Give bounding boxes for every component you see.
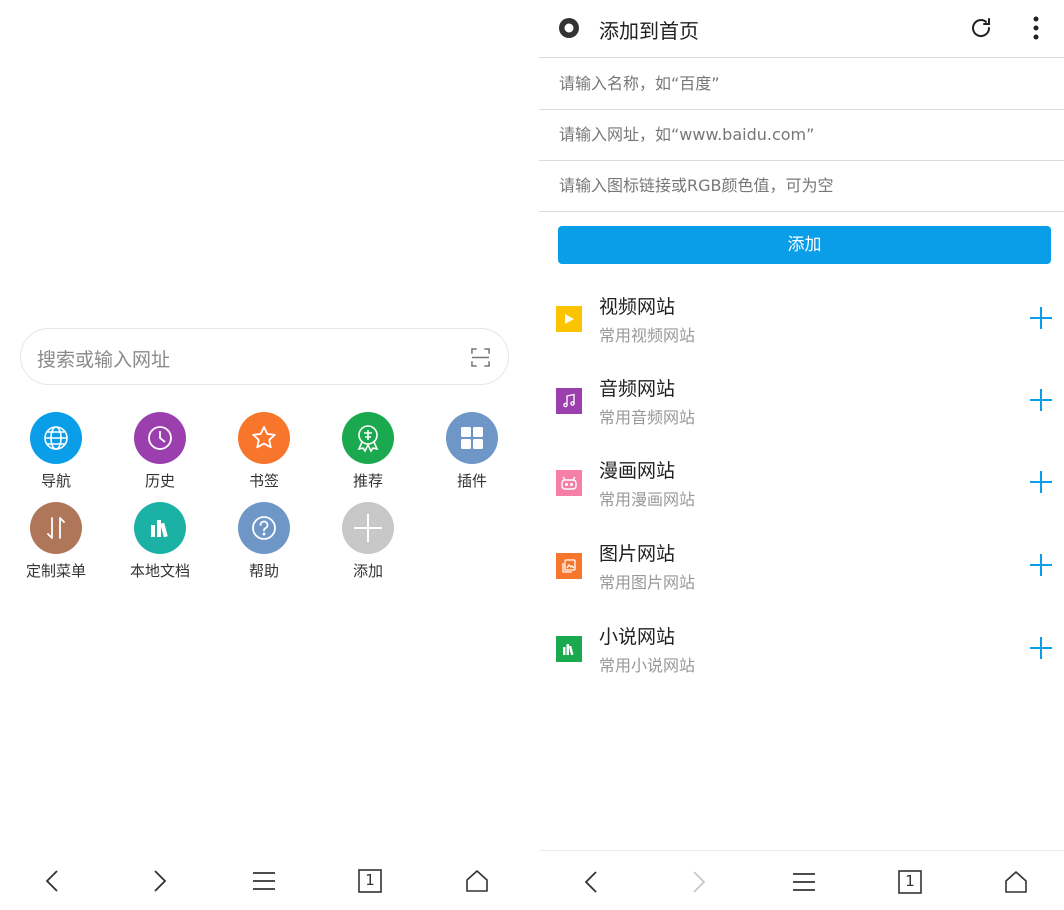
shortcut-help[interactable]: 帮助 [212, 502, 316, 588]
more-vert-icon[interactable] [1033, 15, 1039, 41]
category-subtitle: 常用图片网站 [599, 573, 696, 592]
globe-icon [30, 412, 82, 464]
category-title: 音频网站 [599, 378, 676, 400]
recommend-badge-icon [342, 412, 394, 464]
question-icon [238, 502, 290, 554]
tabs-button[interactable]: 1 [897, 869, 923, 895]
search-placeholder: 搜索或输入网址 [37, 349, 171, 371]
search-bar[interactable]: 搜索或输入网址 [20, 328, 509, 385]
comic-face-icon [556, 470, 582, 496]
url-input[interactable] [539, 109, 1064, 160]
tabs-count: 1 [365, 871, 375, 889]
star-icon [238, 412, 290, 464]
tabs-count: 1 [905, 872, 915, 890]
video-play-icon [556, 306, 582, 332]
add-plus-icon[interactable] [1029, 470, 1053, 494]
forward-icon[interactable] [146, 868, 172, 894]
books-icon [556, 636, 582, 662]
home-icon[interactable] [464, 868, 490, 894]
shortcut-navigation[interactable]: 导航 [4, 412, 108, 498]
name-input[interactable] [539, 58, 1064, 109]
shortcut-add[interactable]: 添加 [316, 502, 420, 588]
category-title: 视频网站 [599, 296, 676, 318]
back-icon[interactable] [579, 869, 605, 895]
shortcut-label: 导航 [40, 472, 71, 490]
image-icon [556, 553, 582, 579]
category-image[interactable]: 图片网站 常用图片网站 [539, 534, 1064, 600]
category-audio[interactable]: 音频网站 常用音频网站 [539, 369, 1064, 435]
category-subtitle: 常用视频网站 [599, 326, 696, 345]
add-to-home-screen: 添加到首页 添加 视频网站 常用视频网站 音频网站 常用音频网站 [539, 0, 1064, 910]
home-screen: 搜索或输入网址 导航 历史 书签 推荐 插件 定制菜单 本地文档 帮助 添加 1 [0, 0, 532, 910]
forward-icon [693, 871, 706, 893]
shortcut-bookmarks[interactable]: 书签 [212, 412, 316, 498]
grid-icon [446, 412, 498, 464]
music-note-icon [556, 388, 582, 414]
url-field[interactable] [539, 109, 1064, 161]
shortcut-plugins[interactable]: 插件 [420, 412, 524, 498]
category-subtitle: 常用音频网站 [599, 408, 696, 427]
category-novel[interactable]: 小说网站 常用小说网站 [539, 617, 1064, 683]
top-bar: 添加到首页 [539, 0, 1064, 58]
tabs-button[interactable]: 1 [357, 868, 383, 894]
shortcut-label: 书签 [248, 472, 279, 490]
icon-field[interactable] [539, 160, 1064, 212]
add-plus-icon[interactable] [1029, 553, 1053, 577]
category-title: 图片网站 [599, 543, 676, 565]
category-comic[interactable]: 漫画网站 常用漫画网站 [539, 451, 1064, 517]
name-field[interactable] [539, 58, 1064, 110]
bottom-toolbar: 1 [539, 850, 1064, 910]
swap-arrows-icon [30, 502, 82, 554]
shortcut-recommend[interactable]: 推荐 [316, 412, 420, 498]
shortcut-label: 定制菜单 [25, 562, 86, 580]
category-title: 漫画网站 [599, 460, 676, 482]
add-plus-icon[interactable] [1029, 306, 1053, 330]
refresh-icon[interactable] [969, 16, 993, 40]
home-icon[interactable] [1003, 869, 1029, 895]
category-subtitle: 常用小说网站 [599, 656, 696, 675]
add-plus-icon[interactable] [1029, 388, 1053, 412]
category-subtitle: 常用漫画网站 [599, 490, 696, 509]
scan-icon[interactable] [471, 348, 490, 367]
shortcut-label: 帮助 [248, 562, 279, 580]
books-icon [134, 502, 186, 554]
shortcut-label: 推荐 [352, 472, 383, 490]
category-title: 小说网站 [599, 626, 676, 648]
shortcut-history[interactable]: 历史 [108, 412, 212, 498]
shortcut-label: 历史 [144, 472, 175, 490]
bottom-toolbar: 1 [0, 850, 532, 910]
shortcut-local-docs[interactable]: 本地文档 [108, 502, 212, 588]
shortcut-custom-menu[interactable]: 定制菜单 [4, 502, 108, 588]
page-title: 添加到首页 [599, 19, 699, 43]
add-button[interactable]: 添加 [558, 226, 1051, 264]
menu-icon[interactable] [251, 868, 277, 894]
plus-icon [342, 502, 394, 554]
clock-icon [134, 412, 186, 464]
icon-input[interactable] [539, 160, 1064, 211]
shortcut-label: 插件 [456, 472, 487, 490]
shortcut-label: 添加 [352, 562, 383, 580]
shortcut-label: 本地文档 [129, 562, 190, 580]
browser-logo-icon [559, 18, 579, 38]
add-plus-icon[interactable] [1029, 636, 1053, 660]
back-icon[interactable] [40, 868, 66, 894]
menu-icon[interactable] [791, 869, 817, 895]
category-video[interactable]: 视频网站 常用视频网站 [539, 287, 1064, 353]
